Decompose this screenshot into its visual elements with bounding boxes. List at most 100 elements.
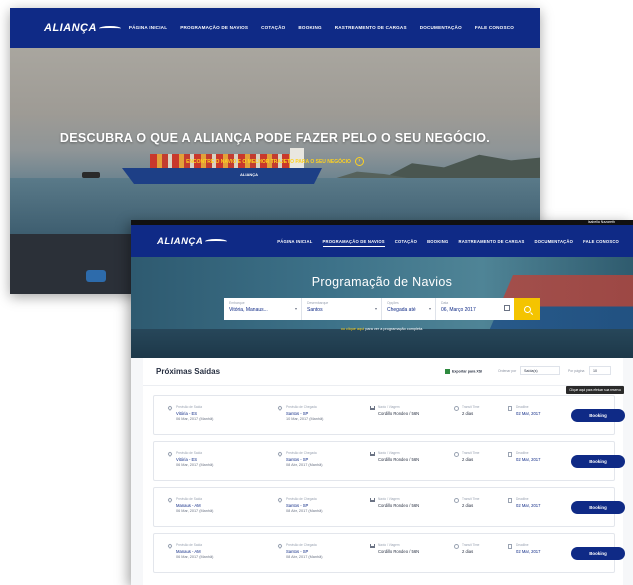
clock-icon [454, 406, 459, 411]
schedule-menu: PÁGINA INICIAL PROGRAMAÇÃO DE NAVIOS COT… [277, 239, 619, 247]
calendar-icon [508, 498, 512, 503]
hero-cta-link[interactable]: ENCONTRE O NAVIO E O MELHOR TRAJETO PARA… [10, 157, 540, 166]
chevron-down-icon: ▾ [294, 306, 297, 311]
search-button[interactable] [514, 298, 540, 320]
booking-button[interactable]: Booking [571, 547, 625, 560]
option-select[interactable]: Opções Chegada até ▾ [382, 298, 436, 320]
destination-date: 08 Abr, 2017 (Manhã) [286, 555, 323, 559]
date-value: 06, Março 2017 [441, 307, 476, 313]
booking-button[interactable]: Booking [571, 455, 625, 468]
home-menu-booking[interactable]: BOOKING [298, 25, 321, 30]
destination-port: Santos - SP [286, 457, 309, 462]
schedule-page-screenshot: Isabella Nazareth ALIANÇA PÁGINA INICIAL… [131, 220, 633, 585]
schedule-logo[interactable]: ALIANÇA [157, 236, 228, 247]
home-menu: PÁGINA INICIAL PROGRAMAÇÃO DE NAVIOS COT… [129, 25, 514, 30]
home-menu-cotacao[interactable]: COTAÇÃO [261, 25, 285, 30]
deadline-cell-label: Deadline [516, 451, 529, 455]
schedule-menu-programacao[interactable]: PROGRAMAÇÃO DE NAVIOS [322, 239, 385, 247]
vessel-cell: Navio / Viagem Cordillo Rondeo / 56N [370, 497, 419, 508]
deadline-date: 02 Mar, 2017 [516, 503, 541, 508]
chat-widget-icon[interactable] [86, 270, 106, 282]
option-value: Chegada até [387, 307, 416, 313]
booking-button[interactable]: Booking [571, 409, 625, 422]
logo-swoosh-icon [99, 25, 121, 31]
departure-row: Previsão de Saída Manaus - AM 06 Mar, 2017… [153, 533, 625, 573]
date-picker[interactable]: Data 06, Março 2017 [436, 298, 514, 320]
deadline-cell-label: Deadline [516, 543, 529, 547]
vessel-name: Cordillo Rondeo / 56N [378, 457, 420, 462]
clock-icon [454, 544, 459, 549]
vessel-name: Cordillo Rondeo / 56N [378, 549, 420, 554]
vessel-cell-label: Navio / Viagem [378, 497, 400, 501]
per-page-select[interactable]: 10 [589, 366, 611, 375]
home-menu-contato[interactable]: FALE CONOSCO [475, 25, 514, 30]
transit-time: 2 dias [462, 549, 474, 554]
schedule-menu-booking[interactable]: BOOKING [427, 239, 448, 247]
origin-label: Embarque [229, 301, 245, 305]
schedule-menu-documentacao[interactable]: DOCUMENTAÇÃO [534, 239, 573, 247]
home-menu-documentacao[interactable]: DOCUMENTAÇÃO [420, 25, 462, 30]
destination-date: 08 Abr, 2017 (Manhã) [286, 463, 323, 467]
export-xls-text: Exportar para XSl [452, 369, 483, 374]
tugboat-image [82, 172, 100, 178]
origin-select[interactable]: Embarque Vitória, Manaus... ▾ [224, 298, 302, 320]
home-navbar: ALIANÇA PÁGINA INICIAL PROGRAMAÇÃO DE NA… [10, 8, 540, 48]
origin-date: 06 Mar, 2017 (Manhã) [176, 509, 214, 513]
home-menu-programacao[interactable]: PROGRAMAÇÃO DE NAVIOS [180, 25, 248, 30]
deadline-cell: Deadline 02 Mar, 2017 [508, 405, 540, 416]
origin-date: 06 Mar, 2017 (Manhã) [176, 555, 214, 559]
origin-cell: Previsão de Saída Manaus - AM 06 Mar, 2017… [167, 543, 214, 559]
departures-title: Próximas Saídas [156, 367, 221, 376]
destination-cell: Previsão de Chegada Santos - SP 08 Abr, 20… [277, 497, 323, 513]
home-menu-rastreamento[interactable]: RASTREAMENTO DE CARGAS [335, 25, 407, 30]
destination-date: 08 Abr, 2017 (Manhã) [286, 509, 323, 513]
export-xls-link[interactable]: Exportar para XSl [445, 369, 482, 374]
transit-time: 2 dias [462, 503, 474, 508]
transit-cell: Transit Time 2 dias [454, 451, 479, 462]
deadline-cell-label: Deadline [516, 497, 529, 501]
per-page-label: Por página [568, 369, 585, 373]
full-schedule-link[interactable]: ou clique aqui [341, 327, 364, 331]
home-hero-banner: ALIANÇA DESCUBRA O QUE A ALIANÇA PODE FA… [10, 48, 540, 234]
ship-icon [370, 498, 375, 502]
vessel-cell-label: Navio / Viagem [378, 405, 400, 409]
excel-icon [445, 369, 450, 374]
deadline-date: 02 Mar, 2017 [516, 411, 541, 416]
vessel-cell-label: Navio / Viagem [378, 451, 400, 455]
schedule-menu-cotacao[interactable]: COTAÇÃO [395, 239, 417, 247]
calendar-icon [508, 406, 512, 411]
schedule-menu-rastreamento[interactable]: RASTREAMENTO DE CARGAS [458, 239, 524, 247]
home-menu-inicio[interactable]: PÁGINA INICIAL [129, 25, 167, 30]
clock-icon [454, 452, 459, 457]
home-logo[interactable]: ALIANÇA [44, 22, 121, 34]
transit-cell: Transit Time 2 dias [454, 405, 479, 416]
destination-date: 10 Mar, 2017 (Manhã) [286, 417, 324, 421]
destination-select[interactable]: Desembarque Santos ▾ [302, 298, 382, 320]
ship-icon [370, 452, 375, 456]
transit-cell: Transit Time 2 dias [454, 497, 479, 508]
location-pin-icon [277, 543, 283, 549]
ship-brand-text: ALIANÇA [240, 172, 258, 177]
departure-row: Previsão de Saída Manaus - AM 06 Mar, 2017… [153, 487, 625, 527]
arrow-right-circle-icon: › [354, 157, 364, 166]
transit-cell-label: Transit Time [462, 405, 480, 409]
destination-cell: Previsão de Chegada Santos - SP 08 Abr, 20… [277, 451, 323, 467]
location-pin-icon [167, 543, 173, 549]
origin-cell: Previsão de Saída Manaus - AM 06 Mar, 2017… [167, 497, 214, 513]
option-label: Opções [387, 301, 399, 305]
origin-port: Vitória - ES [176, 411, 198, 416]
full-schedule-hint: ou clique aqui para ver a programação co… [131, 327, 633, 331]
booking-button[interactable]: Booking [571, 501, 625, 514]
location-pin-icon [167, 497, 173, 503]
origin-cell: Previsão de Saída Vitória - ES 06 Mar, 201… [167, 405, 213, 421]
departures-panel: Próximas Saídas Exportar para XSl Ordena… [143, 358, 625, 585]
schedule-logo-text: ALIANÇA [157, 236, 204, 247]
schedule-menu-inicio[interactable]: PÁGINA INICIAL [277, 239, 312, 247]
home-logo-text: ALIANÇA [44, 22, 97, 34]
order-by-select[interactable]: Saída(s) [520, 366, 560, 375]
origin-cell: Previsão de Saída Vitória - ES 06 Mar, 201… [167, 451, 213, 467]
ship-hull [122, 168, 322, 184]
location-pin-icon [277, 497, 283, 503]
schedule-menu-contato[interactable]: FALE CONOSCO [583, 239, 619, 247]
vessel-cell: Navio / Viagem Cordillo Rondeo / 56N [370, 451, 419, 462]
